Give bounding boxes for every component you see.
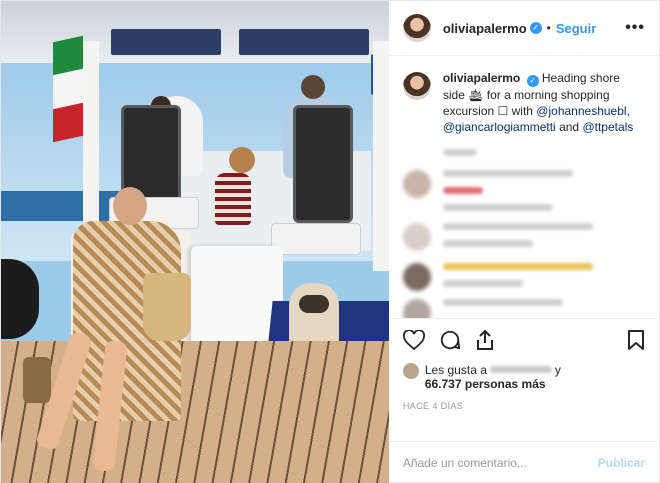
blurred-text <box>442 223 593 231</box>
caption-and: and <box>555 120 583 135</box>
child-head <box>229 147 255 173</box>
caption: oliviapalermo ✓ Heading shore side 🛳 for… <box>402 70 645 135</box>
post-sidebar: oliviapalermo ✓ • Seguir ••• oliviapaler… <box>388 1 659 483</box>
caption-avatar[interactable] <box>402 72 431 101</box>
post-timestamp[interactable]: HACE 4 DÍAS <box>403 401 645 411</box>
likes-summary: Les gusta a y 66.737 personas más <box>402 363 645 391</box>
caption-username[interactable]: oliviapalermo <box>443 71 520 85</box>
caption-text: oliviapalermo ✓ Heading shore side 🛳 for… <box>443 70 645 135</box>
dark-bag <box>1 259 39 339</box>
comments-area[interactable]: oliviapalermo ✓ Heading shore side 🛳 for… <box>389 56 659 319</box>
comment-icon[interactable] <box>439 329 461 356</box>
blurred-avatar <box>402 223 431 252</box>
comment-input[interactable] <box>402 456 598 471</box>
blurred-emoji <box>442 187 483 195</box>
likes-prefix: Les gusta a <box>424 363 487 378</box>
chair-base-right <box>271 223 361 255</box>
woman-head <box>113 187 147 225</box>
likes-suffix: y <box>554 363 561 378</box>
post-header: oliviapalermo ✓ • Seguir ••• <box>388 1 659 57</box>
follow-button[interactable]: Seguir <box>556 21 596 36</box>
blurred-text <box>442 263 593 271</box>
blurred-comment <box>402 263 645 297</box>
action-icons <box>402 329 645 356</box>
blurred-avatar <box>402 263 431 292</box>
publish-button[interactable]: Publicar <box>598 456 645 470</box>
mention-link[interactable]: @johanneshuebl <box>536 104 626 118</box>
heart-icon[interactable] <box>402 329 425 355</box>
blurred-text <box>442 280 523 288</box>
blurred-comment <box>402 223 645 257</box>
header-username[interactable]: oliviapalermo <box>443 21 527 36</box>
wicker-basket <box>143 273 191 341</box>
share-icon[interactable] <box>475 329 495 356</box>
italian-flag <box>53 35 83 143</box>
verified-icon: ✓ <box>529 22 542 35</box>
mention-link[interactable]: @giancarlogiammetti <box>443 120 556 134</box>
caption-comma: , <box>626 104 630 119</box>
boat-pillar-right <box>373 41 389 271</box>
blurred-text <box>442 149 477 157</box>
straw-bag <box>23 357 51 403</box>
liker-avatar[interactable] <box>402 363 419 380</box>
blurred-liker-name <box>489 366 552 374</box>
blurred-text <box>442 240 533 248</box>
blurred-comment <box>402 299 645 319</box>
bookmark-icon[interactable] <box>627 329 645 356</box>
instagram-post: oliviapalermo ✓ • Seguir ••• oliviapaler… <box>0 0 660 483</box>
separator-dot: • <box>546 21 551 36</box>
blurred-comment <box>403 149 645 166</box>
post-actions: Les gusta a y 66.737 personas más HACE 4 … <box>388 318 659 441</box>
avatar[interactable] <box>402 14 431 43</box>
more-options-icon[interactable]: ••• <box>625 19 645 37</box>
person-right-head <box>301 75 325 99</box>
blurred-avatar <box>402 170 431 199</box>
blurred-text <box>442 170 573 178</box>
post-photo[interactable] <box>1 1 389 483</box>
likes-count[interactable]: 66.737 personas más <box>425 377 546 391</box>
mention-link[interactable]: @ttpetals <box>582 120 633 134</box>
blurred-avatar <box>402 299 431 319</box>
blurred-text <box>442 299 563 307</box>
add-comment-bar: Publicar <box>388 441 659 483</box>
boat-chair-right <box>293 105 353 223</box>
child-striped-shirt <box>215 173 251 225</box>
blurred-comment <box>402 170 645 221</box>
verified-icon: ✓ <box>526 75 539 88</box>
blurred-text <box>442 204 553 212</box>
